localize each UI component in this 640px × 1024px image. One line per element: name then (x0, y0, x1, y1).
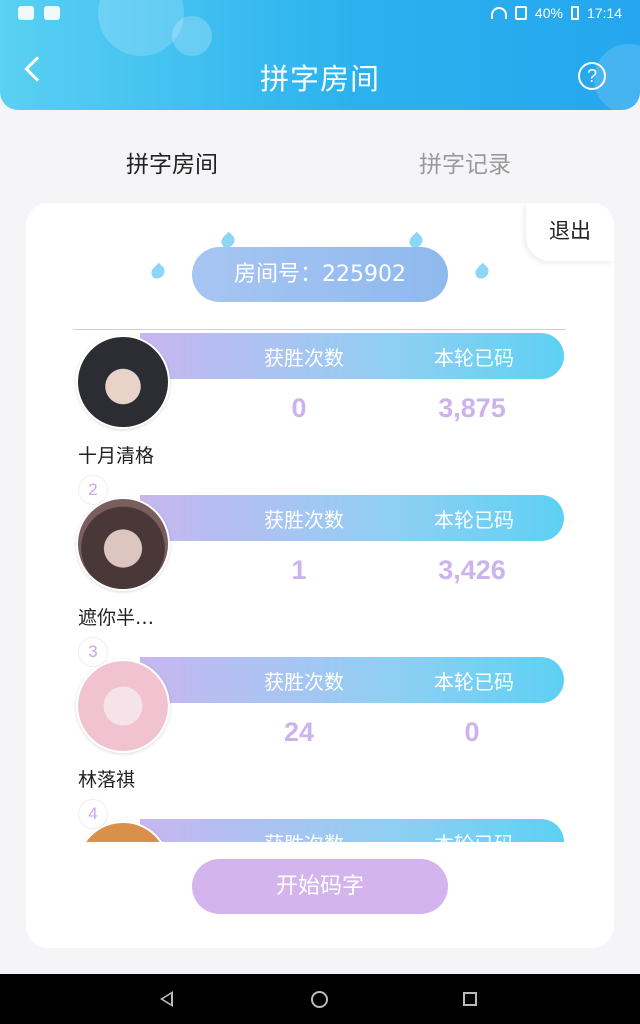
room-number-badge: 房间号：225902 (192, 247, 448, 302)
nav-recents-icon[interactable] (463, 992, 477, 1006)
typed-value: 3,426 (438, 555, 506, 585)
typed-value: 0 (464, 717, 480, 747)
player-list[interactable]: 获胜次数 本轮已码 0 3,875 十月清格 获胜次数 本轮已码 2 1 3,4… (26, 330, 614, 842)
player-row: 获胜次数 本轮已码 3 24 0 林落祺 (26, 637, 614, 819)
player-stats-bar: 获胜次数 本轮已码 (140, 657, 564, 703)
wifi-icon (490, 7, 507, 19)
typed-value: 3,875 (438, 393, 506, 423)
wins-value: 24 (283, 717, 315, 747)
no-sim-icon (514, 6, 527, 20)
wins-label: 获胜次数 (259, 828, 349, 842)
player-row: 获胜次数 本轮已码 2 1 3,426 遮你半… (26, 475, 614, 657)
battery-percent: 40% (534, 5, 563, 21)
typed-label: 本轮已码 (434, 346, 514, 370)
room-card: 退出 房间号：225902 获胜次数 本轮已码 0 3,875 十月清格 获胜次… (26, 203, 614, 948)
nav-back-icon[interactable] (160, 991, 173, 1007)
player-name: 林落祺 (78, 769, 136, 791)
system-nav-bar (0, 974, 640, 1024)
tab-spelling-record[interactable]: 拼字记录 (419, 145, 511, 179)
rank-badge: 4 (78, 799, 108, 829)
gallery-notification-icon (44, 6, 60, 20)
rank-badge: 2 (78, 475, 108, 505)
wins-label: 获胜次数 (264, 346, 344, 370)
player-name: 十月清格 (78, 445, 155, 467)
avatar[interactable] (76, 497, 170, 591)
clock: 17:14 (586, 5, 622, 21)
typed-label: 本轮已码 (429, 828, 519, 842)
status-bar: 40% 17:14 (0, 0, 640, 28)
exit-button[interactable]: 退出 (526, 203, 614, 261)
typed-label: 本轮已码 (434, 670, 514, 694)
player-stats-bar: 获胜次数 本轮已码 (140, 333, 564, 379)
help-icon[interactable]: ? (578, 62, 606, 90)
player-row: 获胜次数 本轮已码 4 (26, 799, 614, 842)
rank-badge: 3 (78, 637, 108, 667)
wins-label: 获胜次数 (264, 670, 344, 694)
avatar[interactable] (76, 335, 170, 429)
nav-home-icon[interactable] (311, 991, 328, 1008)
player-name: 遮你半… (78, 607, 155, 629)
header-bar: 40% 17:14 拼字房间 ? (0, 0, 640, 110)
battery-icon (570, 6, 579, 20)
wechat-notification-icon (18, 6, 34, 20)
wins-label: 获胜次数 (264, 508, 344, 532)
wins-value: 1 (291, 555, 307, 585)
player-row: 获胜次数 本轮已码 0 3,875 十月清格 (26, 333, 614, 495)
droplet-decor (472, 262, 492, 282)
typed-label: 本轮已码 (434, 508, 514, 532)
droplet-decor (148, 262, 168, 282)
start-typing-button[interactable]: 开始码字 (192, 859, 448, 914)
avatar[interactable] (76, 659, 170, 753)
wins-value: 0 (291, 393, 307, 423)
page-title: 拼字房间 (259, 62, 380, 96)
player-stats-bar: 获胜次数 本轮已码 (140, 819, 564, 842)
tab-spelling-room[interactable]: 拼字房间 (126, 145, 218, 179)
player-stats-bar: 获胜次数 本轮已码 (140, 495, 564, 541)
